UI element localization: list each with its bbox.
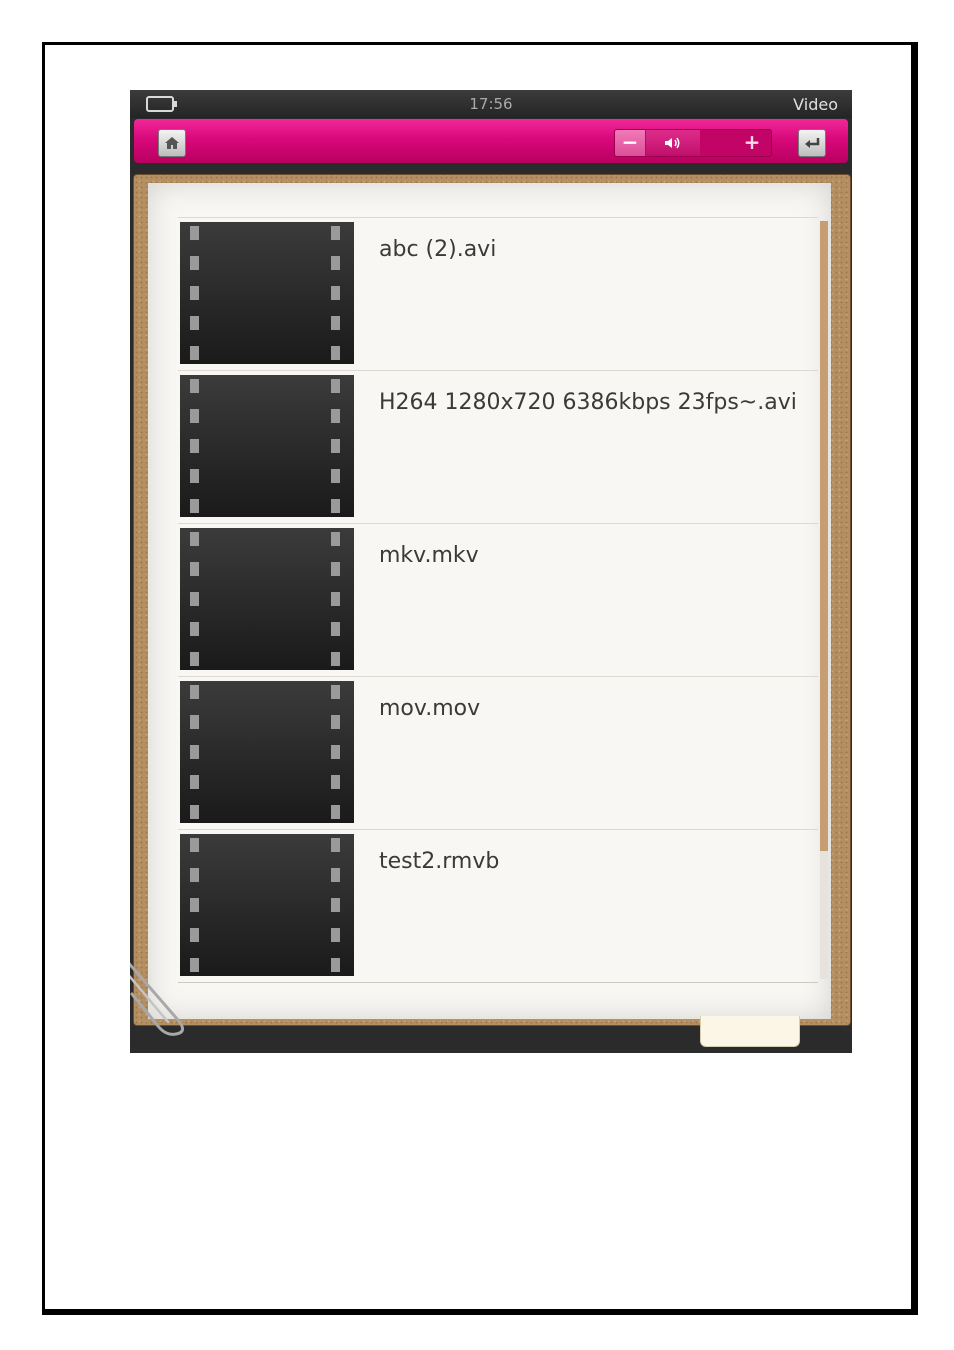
device-screen: 17:56 Video − + abc (2).avi H264 1280x72… (130, 90, 852, 1053)
toolbar: − + (134, 119, 848, 163)
film-strip-icon (180, 834, 354, 976)
file-name: mkv.mkv (379, 543, 479, 568)
file-list: abc (2).avi H264 1280x720 6386kbps 23fps… (178, 217, 818, 983)
list-item[interactable]: H264 1280x720 6386kbps 23fps~.avi (178, 370, 818, 523)
file-list-panel: abc (2).avi H264 1280x720 6386kbps 23fps… (148, 183, 831, 1019)
list-item[interactable]: test2.rmvb (178, 829, 818, 983)
list-item[interactable]: mov.mov (178, 676, 818, 829)
volume-level-indicator[interactable] (646, 130, 700, 156)
speaker-icon (665, 137, 680, 149)
list-item[interactable]: mkv.mkv (178, 523, 818, 676)
status-time: 17:56 (469, 95, 513, 113)
scrollbar[interactable] (820, 221, 828, 979)
home-button[interactable] (158, 129, 186, 157)
bottom-pull-tab[interactable] (700, 1016, 800, 1047)
volume-down-button[interactable]: − (615, 130, 645, 156)
volume-control: − + (614, 129, 772, 157)
back-button[interactable] (798, 129, 826, 157)
volume-up-button[interactable]: + (737, 130, 767, 156)
home-icon (165, 137, 179, 149)
film-strip-icon (180, 375, 354, 517)
back-icon (805, 138, 820, 148)
paperclip-icon (130, 962, 184, 1036)
file-name: test2.rmvb (379, 849, 500, 874)
film-strip-icon (180, 528, 354, 670)
status-bar: 17:56 Video (130, 90, 852, 118)
scrollbar-thumb[interactable] (820, 221, 828, 851)
file-name: mov.mov (379, 696, 481, 721)
file-name: H264 1280x720 6386kbps 23fps~.avi (379, 390, 797, 415)
list-item[interactable]: abc (2).avi (178, 217, 818, 370)
app-title: Video (793, 95, 838, 114)
film-strip-icon (180, 222, 354, 364)
film-strip-icon (180, 681, 354, 823)
file-name: abc (2).avi (379, 237, 497, 262)
corkboard-frame: abc (2).avi H264 1280x720 6386kbps 23fps… (133, 174, 851, 1026)
